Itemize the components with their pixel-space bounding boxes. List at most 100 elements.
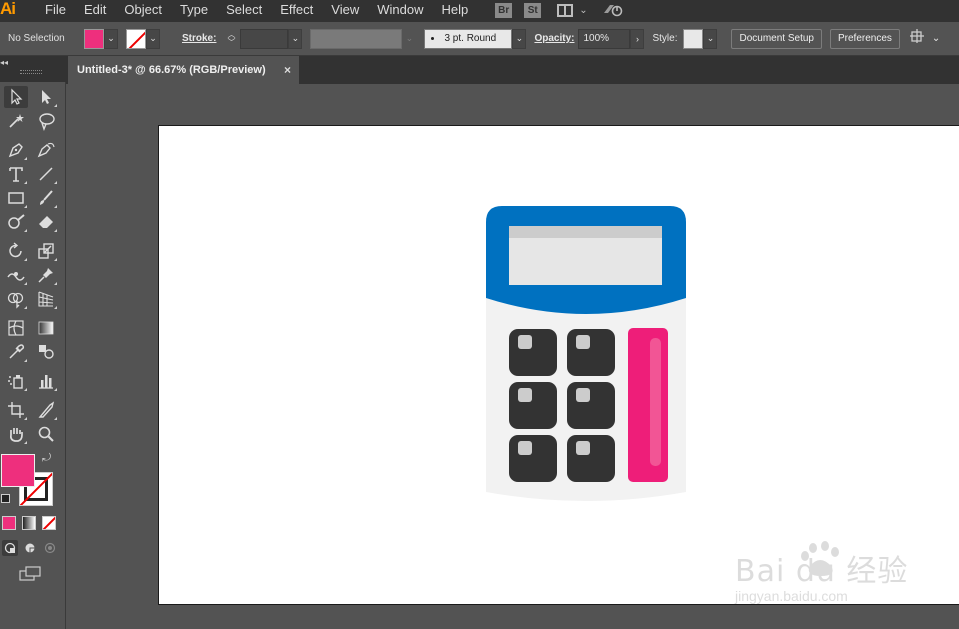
shape-builder-tool[interactable] [4, 288, 28, 310]
stroke-label[interactable]: Stroke: [182, 33, 216, 44]
change-screen-mode-button[interactable] [18, 566, 42, 582]
menu-edit[interactable]: Edit [75, 2, 115, 17]
menu-select[interactable]: Select [217, 2, 271, 17]
paintbrush-icon [40, 190, 53, 205]
menu-object[interactable]: Object [115, 2, 171, 17]
shaper-tool[interactable] [4, 211, 28, 233]
panel-grip[interactable] [20, 70, 42, 74]
symbol-sprayer-tool[interactable] [4, 370, 28, 392]
workspace-grid-icon [557, 3, 574, 17]
perspective-grid-tool[interactable] [34, 288, 58, 310]
menu-view[interactable]: View [322, 2, 368, 17]
artboard-tool[interactable] [4, 399, 28, 421]
draw-inside-button[interactable] [42, 540, 58, 556]
column-graph-tool[interactable] [34, 370, 58, 392]
stroke-weight-input[interactable] [240, 28, 289, 49]
brush-profile-label: 3 pt. Round [444, 33, 497, 44]
rotate-tool[interactable] [4, 240, 28, 262]
style-dropdown[interactable]: ⌄ [703, 28, 718, 49]
direct-selection-tool[interactable] [34, 86, 58, 108]
menu-file[interactable]: File [36, 2, 75, 17]
scale-tool[interactable] [34, 240, 58, 262]
bridge-badge[interactable]: Br [495, 2, 513, 18]
selection-tool[interactable] [4, 86, 28, 108]
lasso-tool[interactable] [34, 110, 58, 132]
pen-tool[interactable] [4, 139, 28, 161]
rectangle-tool[interactable] [4, 187, 28, 209]
draw-normal-icon [4, 542, 16, 554]
column-graph-icon [39, 375, 53, 389]
arrange-icon[interactable] [909, 29, 928, 48]
draw-normal-button[interactable] [2, 540, 18, 556]
watermark-brand: Bai du 经验 [735, 554, 909, 589]
collapse-panel-icon[interactable]: ◂◂ [0, 58, 8, 67]
stroke-swatch[interactable] [126, 28, 146, 49]
gradient-tool[interactable] [34, 317, 58, 339]
menu-window[interactable]: Window [368, 2, 432, 17]
curvature-pen-icon [37, 142, 55, 158]
menu-help[interactable]: Help [432, 2, 477, 17]
artboard-icon [8, 402, 24, 418]
slice-knife-icon [38, 401, 55, 418]
document-tab[interactable]: Untitled-3* @ 66.67% (RGB/Preview) × [68, 56, 299, 84]
brush-profile[interactable]: 3 pt. Round [424, 28, 513, 49]
swap-fill-stroke-icon[interactable]: ⤾ [42, 452, 51, 465]
width-tool[interactable] [4, 264, 28, 286]
workspace-switcher[interactable]: ⌄ [557, 3, 588, 17]
variable-width-profile[interactable] [310, 28, 403, 49]
calculator-equals-key [628, 328, 668, 482]
curvature-tool[interactable] [34, 139, 58, 161]
menu-type[interactable]: Type [171, 2, 217, 17]
fill-dropdown[interactable]: ⌄ [104, 28, 118, 49]
mesh-tool[interactable] [4, 317, 28, 339]
artboard[interactable] [158, 125, 959, 605]
menu-effect[interactable]: Effect [271, 2, 322, 17]
draw-behind-button[interactable] [22, 540, 38, 556]
calculator-key [567, 382, 615, 429]
document-setup-button[interactable]: Document Setup [731, 28, 822, 49]
chevron-down-icon[interactable]: ⌄ [932, 33, 940, 44]
gradient-mode-button[interactable] [22, 516, 36, 530]
variable-width-dropdown[interactable]: ⌄ [402, 28, 417, 49]
brush-dropdown[interactable]: ⌄ [512, 28, 527, 49]
eraser-tool[interactable] [34, 211, 58, 233]
slice-tool[interactable] [34, 399, 58, 421]
style-swatch[interactable] [683, 28, 704, 49]
blend-tool[interactable] [34, 341, 58, 363]
preferences-button[interactable]: Preferences [829, 28, 900, 49]
line-segment-icon [39, 167, 53, 181]
lasso-icon [39, 113, 55, 131]
default-fill-stroke-icon[interactable] [1, 494, 10, 503]
fill-color-front[interactable] [1, 454, 35, 487]
document-tab-title: Untitled-3* @ 66.67% (RGB/Preview) [77, 64, 266, 76]
magic-wand-tool[interactable] [4, 110, 28, 132]
close-icon[interactable]: × [284, 63, 291, 77]
screen-mode-icon [19, 566, 41, 581]
type-tool[interactable] [4, 163, 28, 185]
draw-inside-icon [44, 542, 56, 554]
stroke-weight-dropdown[interactable]: ⌄ [288, 28, 303, 49]
opacity-input[interactable]: 100% [578, 28, 631, 49]
blend-icon [39, 345, 54, 359]
symbol-sprayer-icon [8, 375, 23, 389]
stroke-weight-stepper[interactable]: ︿ ﹀ [224, 28, 238, 50]
opacity-expand[interactable]: › [630, 28, 645, 49]
hand-tool[interactable] [4, 423, 28, 445]
puppet-warp-tool[interactable] [34, 264, 58, 286]
calculator-artwork[interactable] [159, 126, 959, 606]
draw-behind-icon [25, 543, 36, 554]
fill-swatch[interactable] [84, 28, 104, 49]
color-mode-button[interactable] [2, 516, 16, 530]
none-mode-button[interactable] [42, 516, 56, 530]
line-segment-tool[interactable] [34, 163, 58, 185]
stroke-dropdown[interactable]: ⌄ [146, 28, 160, 49]
rotate-icon [9, 242, 22, 258]
gpu-performance-icon[interactable] [602, 1, 624, 20]
calculator-key [509, 435, 557, 482]
zoom-tool[interactable] [34, 423, 58, 445]
eyedropper-tool[interactable] [4, 341, 28, 363]
opacity-label[interactable]: Opacity: [534, 33, 574, 44]
paintbrush-tool[interactable] [34, 187, 58, 209]
hand-icon [9, 428, 23, 442]
stock-badge[interactable]: St [524, 2, 542, 18]
